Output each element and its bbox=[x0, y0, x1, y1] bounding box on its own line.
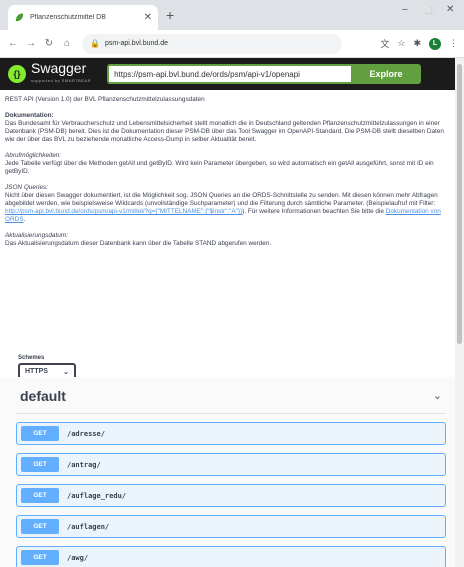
leaf-favicon-icon bbox=[15, 13, 24, 22]
maximize-icon[interactable]: ⬜ bbox=[424, 6, 433, 14]
reload-icon[interactable]: ↻ bbox=[42, 38, 56, 49]
home-icon[interactable]: ⌂ bbox=[60, 38, 74, 49]
extensions-icon[interactable]: ✱ bbox=[413, 38, 421, 49]
address-bar[interactable]: 🔒 psm-api.bvl.bund.de bbox=[82, 33, 342, 54]
profile-avatar[interactable]: L bbox=[429, 37, 441, 50]
json-text-2: ). Für weitere Informationen beachten Si… bbox=[242, 208, 384, 215]
operation-row[interactable]: GET/auflagen/ bbox=[16, 515, 446, 538]
http-method-badge: GET bbox=[21, 457, 59, 472]
schemes-label: Schemes bbox=[18, 355, 45, 361]
section-chevron-icon[interactable]: ⌄ bbox=[433, 389, 442, 402]
swagger-logo[interactable]: {} Swagger supported by SMARTBEAR bbox=[8, 59, 92, 87]
doc-text: Das Bundesamt für Verbraucherschutz und … bbox=[5, 120, 444, 143]
tab-title: Pflanzenschutzmittel DB bbox=[30, 14, 106, 21]
http-method-badge: GET bbox=[21, 488, 59, 503]
spec-url-input[interactable]: https://psm-api.bvl.bund.de/ords/psm/api… bbox=[107, 64, 352, 84]
aktual-text: Das Aktualisierungsdatum dieser Datenban… bbox=[5, 240, 272, 247]
bookmark-star-icon[interactable]: ☆ bbox=[397, 38, 405, 49]
address-bar-text: psm-api.bvl.bund.de bbox=[104, 40, 169, 47]
swagger-logo-icon: {} bbox=[8, 65, 26, 83]
json-heading: JSON Queries: bbox=[5, 184, 48, 191]
http-method-badge: GET bbox=[21, 519, 59, 534]
operation-row[interactable]: GET/awg/ bbox=[16, 546, 446, 567]
minimize-icon[interactable]: – bbox=[402, 4, 408, 15]
json-text: Nicht über diesen Swagger dokumentiert, … bbox=[5, 192, 438, 207]
operations-section: default ⌄ GET/adresse/GET/antrag/GET/auf… bbox=[16, 378, 446, 567]
tab-close-icon[interactable]: ✕ bbox=[144, 12, 152, 23]
operation-path: /adresse/ bbox=[67, 429, 105, 438]
translate-icon[interactable]: 文 bbox=[380, 37, 389, 50]
swagger-topbar: {} Swagger supported by SMARTBEAR https:… bbox=[0, 58, 455, 90]
api-info-description: REST API (Version 1.0) der BVL Pflanzens… bbox=[5, 96, 450, 256]
http-method-badge: GET bbox=[21, 426, 59, 441]
forward-icon[interactable]: → bbox=[24, 38, 38, 49]
toolbar-actions: 文 ☆ ✱ L ⋮ bbox=[380, 37, 458, 50]
operation-path: /antrag/ bbox=[67, 460, 101, 469]
operation-path: /awg/ bbox=[67, 553, 89, 562]
page-scrollbar[interactable] bbox=[455, 58, 464, 567]
swagger-logo-subtitle: supported by SMARTBEAR bbox=[31, 77, 92, 83]
doc-heading: Dokumentation: bbox=[5, 112, 54, 119]
schemes-selected-value: HTTPS bbox=[25, 368, 48, 375]
http-method-badge: GET bbox=[21, 550, 59, 565]
operations-list: GET/adresse/GET/antrag/GET/auflage_redu/… bbox=[16, 422, 446, 567]
chevron-down-icon: ⌄ bbox=[63, 368, 69, 376]
new-tab-icon[interactable]: + bbox=[166, 8, 174, 22]
window-close-icon[interactable]: ✕ bbox=[446, 4, 454, 15]
back-icon[interactable]: ← bbox=[6, 38, 20, 49]
abruf-text: Jede Tabelle verfügt über die Methoden g… bbox=[5, 160, 434, 175]
json-text-end: . bbox=[23, 216, 26, 223]
menu-icon[interactable]: ⋮ bbox=[449, 38, 458, 49]
abruf-heading: Abrufmöglichkeiten: bbox=[5, 152, 62, 159]
operation-path: /auflagen/ bbox=[67, 522, 110, 531]
lock-icon: 🔒 bbox=[90, 39, 100, 48]
json-example-link[interactable]: http://psm-api.bvl.bund.de/ords/psm/api-… bbox=[5, 208, 242, 215]
api-intro: REST API (Version 1.0) der BVL Pflanzens… bbox=[5, 96, 205, 103]
browser-tabstrip: Pflanzenschutzmittel DB ✕ + – ⬜ ✕ bbox=[0, 0, 464, 30]
operation-path: /auflage_redu/ bbox=[67, 491, 127, 500]
operation-row[interactable]: GET/adresse/ bbox=[16, 422, 446, 445]
scrollbar-thumb[interactable] bbox=[457, 64, 462, 344]
browser-tab[interactable]: Pflanzenschutzmittel DB ✕ bbox=[8, 5, 158, 30]
explore-button[interactable]: Explore bbox=[351, 64, 422, 84]
operation-row[interactable]: GET/auflage_redu/ bbox=[16, 484, 446, 507]
section-header[interactable]: default ⌄ bbox=[16, 378, 446, 414]
swagger-logo-text: Swagger bbox=[31, 59, 87, 76]
section-title: default bbox=[20, 387, 66, 404]
browser-toolbar: ← → ↻ ⌂ 🔒 psm-api.bvl.bund.de 文 ☆ ✱ L ⋮ bbox=[0, 30, 464, 58]
aktual-heading: Aktualisierungsdatum: bbox=[5, 232, 68, 239]
operation-row[interactable]: GET/antrag/ bbox=[16, 453, 446, 476]
